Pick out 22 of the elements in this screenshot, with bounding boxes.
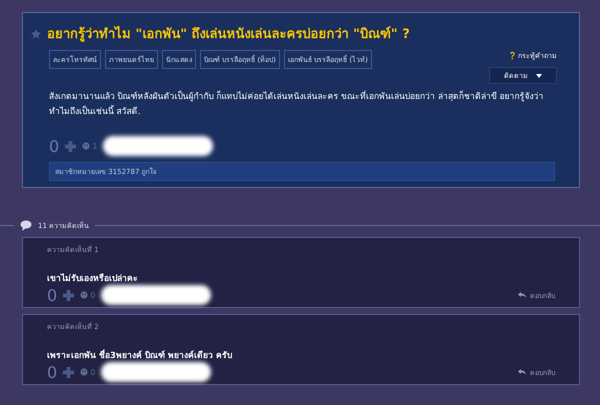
reply-icon bbox=[518, 369, 526, 375]
plus-icon[interactable] bbox=[65, 140, 76, 152]
topic-title: อยากรู้ว่าทำไม "เอกพัน" ถึงเล่นหนังเล่นละครบ่อยกว่า "บิณฑ์" ? bbox=[47, 24, 410, 44]
plus-icon[interactable] bbox=[63, 366, 74, 378]
emotion-count: 0 bbox=[90, 290, 96, 300]
star-icon[interactable] bbox=[31, 28, 41, 38]
comment-text: เพราะเอกพัน ชื่อ3พยางค์ บิณฑ์ พยางค์เดียว ครับ bbox=[47, 348, 233, 362]
plus-icon[interactable] bbox=[63, 290, 74, 300]
vote-count: 0 bbox=[49, 136, 60, 156]
question-icon bbox=[510, 51, 515, 60]
emotion-icon[interactable] bbox=[80, 368, 88, 376]
emotion-count: 1 bbox=[92, 142, 98, 150]
vote-count: 0 bbox=[47, 362, 58, 382]
reply-icon bbox=[518, 292, 526, 298]
caret-icon bbox=[536, 74, 542, 78]
vote-count: 0 bbox=[47, 286, 58, 304]
speech-bubble-icon bbox=[20, 220, 32, 231]
emotion-count: 0 bbox=[90, 368, 96, 376]
topic-body: สังเกตมานานแล้ว บิณฑ์หลังผันตัวเป็นผู้กำกับ ก็แทบไม่ค่อยได้เล่นหนังเล่นละคร ขณะที่เอกพันเล่นบ่อยกว่า ล่าสุดก็ชาติล่าขี อยากรู้จังว่าทำไมถึงเป็นเช่นนี้ สวัสดี. bbox=[49, 90, 545, 119]
emotion-icon[interactable] bbox=[80, 291, 88, 299]
emotion-icon[interactable] bbox=[82, 142, 90, 150]
comment-text: เขาไม่รับเองหรือเปล่าคะ bbox=[47, 272, 139, 285]
